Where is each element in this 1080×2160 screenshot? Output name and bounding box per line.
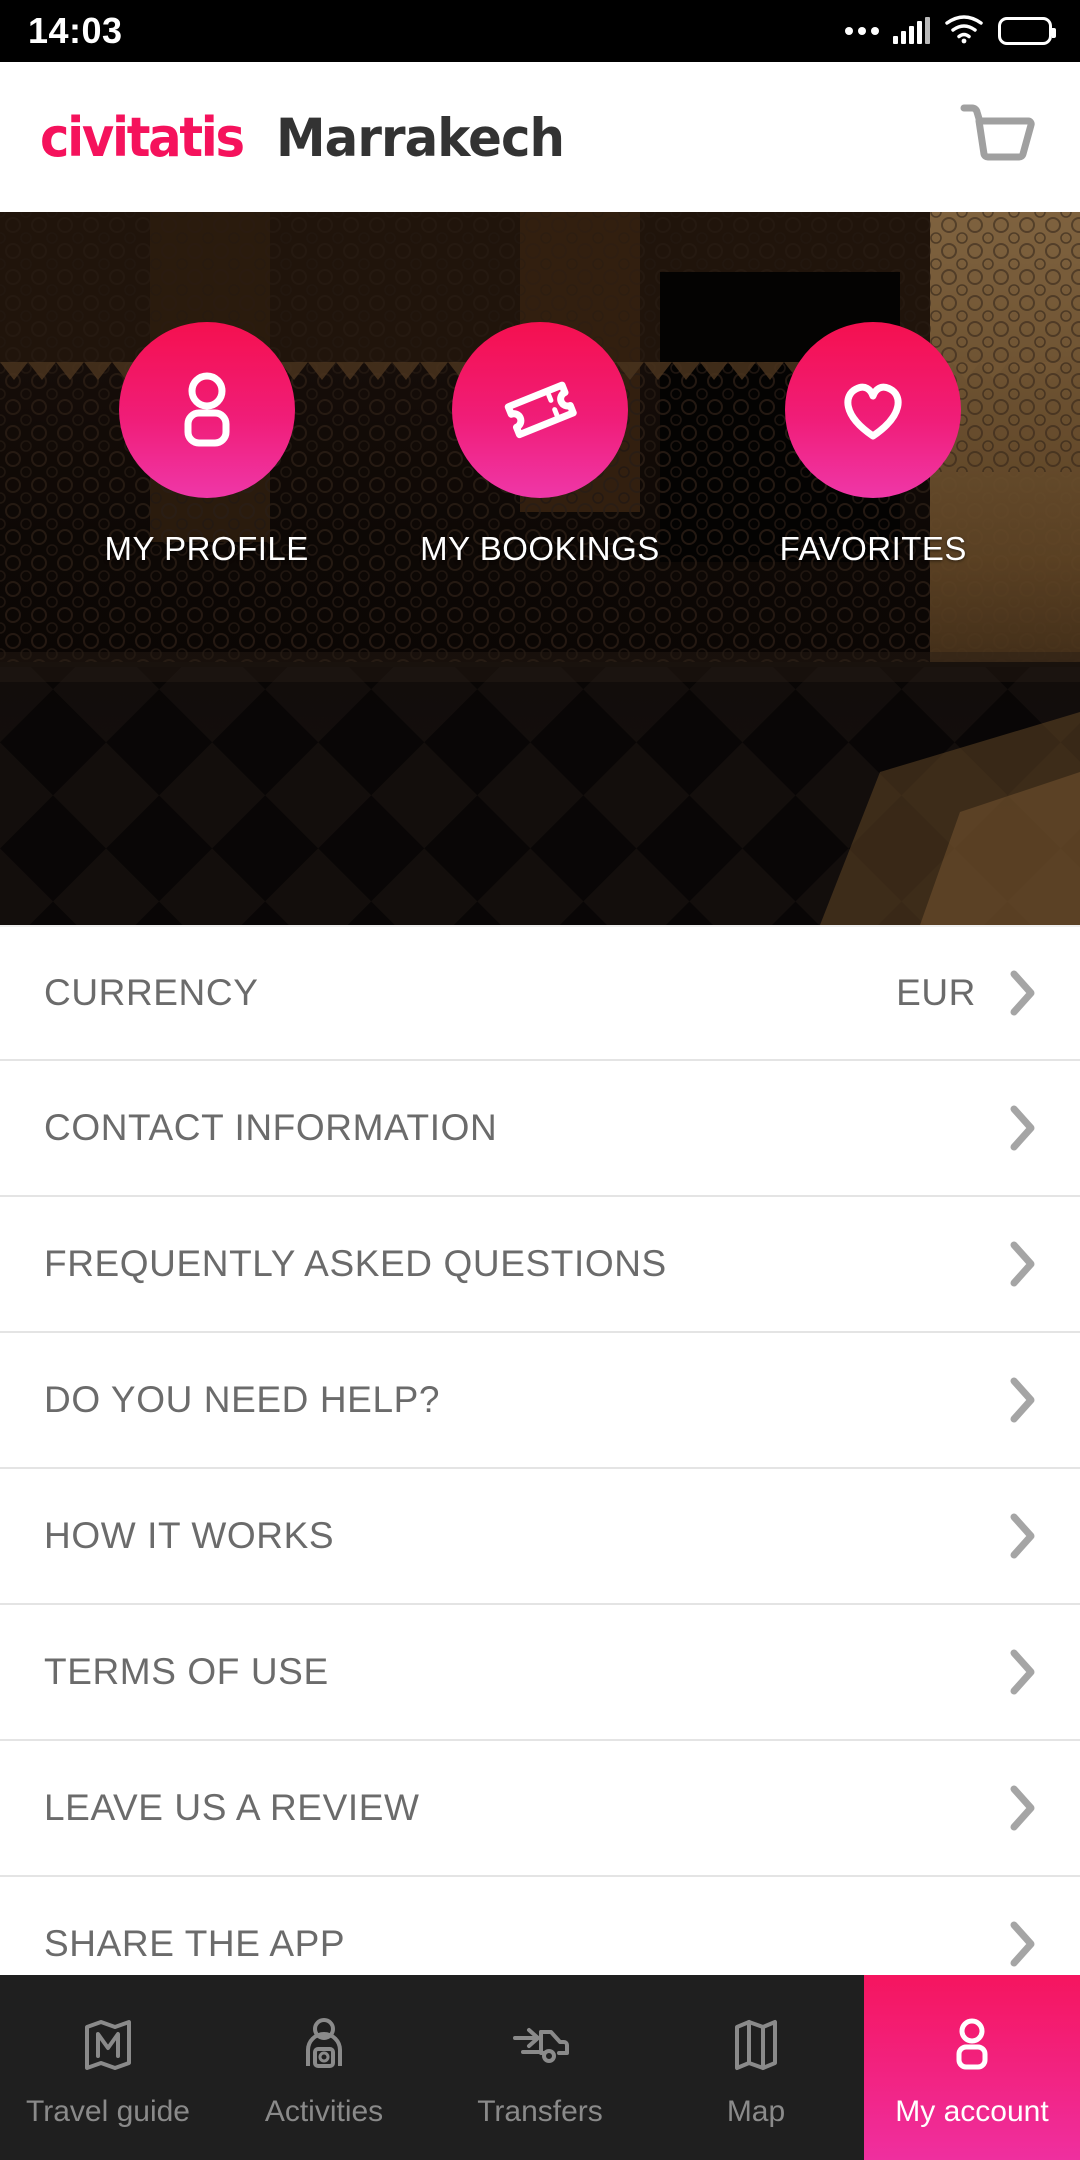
- menu-row-right: [1010, 1513, 1036, 1559]
- nav-item-label: Travel guide: [26, 2095, 190, 2128]
- brand-logo: civitatis: [40, 105, 245, 169]
- nav-item-label: Transfers: [477, 2095, 603, 2128]
- chevron-right-icon: [1010, 1105, 1036, 1151]
- nav-item-map[interactable]: Map: [648, 1975, 864, 2160]
- menu-row-right: [1010, 1241, 1036, 1287]
- my-profile-circle[interactable]: [118, 322, 295, 498]
- menu-row-right: EUR: [896, 970, 1036, 1016]
- folded-map-icon: [725, 2014, 787, 2081]
- folded-map-guide-icon: [77, 2014, 139, 2081]
- menu-row-contact-information[interactable]: CONTACT INFORMATION: [0, 1061, 1080, 1197]
- nav-item-activities[interactable]: Activities: [216, 1975, 432, 2160]
- shortcut-my-bookings[interactable]: MY BOOKINGS: [410, 322, 670, 568]
- menu-row-leave-review[interactable]: LEAVE US A REVIEW: [0, 1741, 1080, 1877]
- status-bar: 14:03: [0, 0, 1080, 62]
- menu-item-label: LEAVE US A REVIEW: [44, 1787, 420, 1828]
- currency-value: EUR: [896, 972, 976, 1013]
- chevron-right-icon: [1010, 1241, 1036, 1287]
- app-header: civitatis Marrakech: [0, 62, 1080, 212]
- menu-row-terms-of-use[interactable]: TERMS OF USE: [0, 1605, 1080, 1741]
- arrow-car-icon: [509, 2014, 571, 2081]
- menu-row-right: [1010, 1377, 1036, 1423]
- app-screen: 14:03 civitatis Marrakech MY PROFILE MY …: [0, 0, 1080, 2160]
- nav-item-label: Map: [726, 2095, 786, 2128]
- menu-row-right: [1010, 1921, 1036, 1967]
- menu-row-need-help[interactable]: DO YOU NEED HELP?: [0, 1333, 1080, 1469]
- menu-item-label: SHARE THE APP: [44, 1923, 346, 1964]
- shortcut-label: FAVORITES: [779, 530, 967, 567]
- my-bookings-circle[interactable]: [451, 322, 628, 498]
- chevron-right-icon: [1010, 1785, 1036, 1831]
- nav-item-my-account[interactable]: My account: [864, 1975, 1080, 2160]
- menu-row-how-it-works[interactable]: HOW IT WORKS: [0, 1469, 1080, 1605]
- status-icons: [845, 14, 1056, 49]
- menu-item-label: CURRENCY: [44, 972, 259, 1013]
- ticket-icon: [497, 365, 583, 456]
- chevron-right-icon: [1010, 1513, 1036, 1559]
- brand-lockup[interactable]: civitatis Marrakech: [40, 106, 583, 169]
- shortcut-label: MY PROFILE: [104, 530, 309, 567]
- heart-icon: [830, 365, 916, 456]
- settings-menu-list: CURRENCY EUR CONTACT INFORMATION FREQUEN…: [0, 925, 1080, 2013]
- menu-row-right: [1010, 1105, 1036, 1151]
- shortcut-label: MY BOOKINGS: [420, 530, 660, 567]
- menu-item-label: FREQUENTLY ASKED QUESTIONS: [44, 1243, 667, 1284]
- chevron-right-icon: [1010, 1377, 1036, 1423]
- signal-bars-icon: [893, 17, 930, 44]
- hero-shortcuts: MY PROFILE MY BOOKINGS FAVORITES: [0, 322, 1080, 568]
- person-icon: [164, 365, 250, 456]
- page-title: Marrakech: [276, 107, 565, 169]
- chevron-right-icon: [1010, 1921, 1036, 1967]
- wifi-icon: [944, 14, 984, 49]
- shortcut-favorites[interactable]: FAVORITES: [743, 322, 1003, 568]
- person-camera-icon: [293, 2014, 355, 2081]
- person-icon: [941, 2014, 1003, 2081]
- status-time: 14:03: [28, 10, 123, 51]
- nav-item-label: Activities: [264, 2095, 384, 2128]
- shopping-cart-icon[interactable]: [954, 94, 1040, 180]
- chevron-right-icon: [1010, 970, 1036, 1016]
- favorites-circle[interactable]: [785, 322, 962, 498]
- hero-background-image: [0, 212, 1080, 925]
- menu-item-label: HOW IT WORKS: [44, 1515, 335, 1556]
- chevron-right-icon: [1010, 1649, 1036, 1695]
- menu-row-right: [1010, 1785, 1036, 1831]
- menu-item-label: TERMS OF USE: [44, 1651, 329, 1692]
- bottom-navigation-bar: Travel guide Activities Transfers Map My…: [0, 1975, 1080, 2160]
- nav-item-travel-guide[interactable]: Travel guide: [0, 1975, 216, 2160]
- menu-item-label: CONTACT INFORMATION: [44, 1107, 498, 1148]
- nav-item-label: My account: [895, 2095, 1049, 2128]
- shortcut-my-profile[interactable]: MY PROFILE: [77, 322, 337, 568]
- battery-icon: [998, 17, 1056, 45]
- hero-banner: MY PROFILE MY BOOKINGS FAVORITES: [0, 212, 1080, 925]
- menu-row-faq[interactable]: FREQUENTLY ASKED QUESTIONS: [0, 1197, 1080, 1333]
- nav-item-transfers[interactable]: Transfers: [432, 1975, 648, 2160]
- menu-row-right: [1010, 1649, 1036, 1695]
- menu-row-currency[interactable]: CURRENCY EUR: [0, 925, 1080, 1061]
- more-dots-icon: [845, 27, 879, 35]
- menu-item-label: DO YOU NEED HELP?: [44, 1379, 441, 1420]
